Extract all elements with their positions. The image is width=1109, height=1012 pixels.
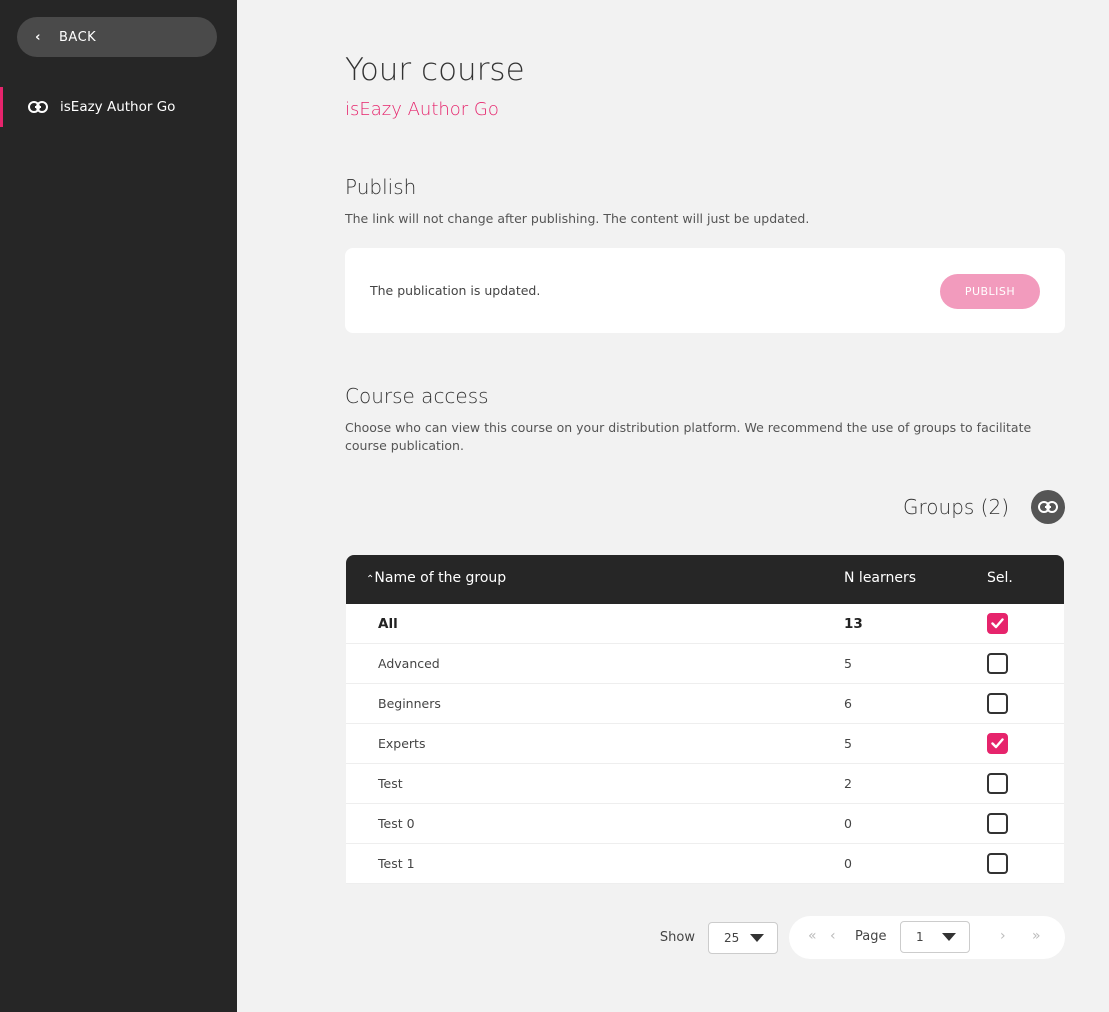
groups-table: ⌃Name of the group N learners Sel. All 13…: [346, 555, 1064, 884]
access-description: Choose who can view this course on your …: [345, 420, 1032, 453]
select-checkbox[interactable]: [987, 613, 1008, 634]
chevron-left-icon: ‹: [35, 29, 41, 45]
select-checkbox[interactable]: [987, 733, 1008, 754]
group-name: All: [378, 616, 398, 632]
table-row: All 13: [346, 604, 1064, 644]
table-row: Test 0 0: [346, 804, 1064, 844]
table-row: Test 2: [346, 764, 1064, 804]
table-row: Test 1 0: [346, 844, 1064, 884]
page-navigator: « ‹ Page 1 › »: [789, 916, 1065, 959]
group-name: Test 1: [378, 856, 415, 871]
sort-name-header[interactable]: ⌃Name of the group: [366, 570, 506, 586]
caret-down-icon: [750, 933, 764, 942]
select-checkbox[interactable]: [987, 773, 1008, 794]
select-header: Sel.: [987, 570, 1013, 586]
sidebar-item-course[interactable]: isEazy Author Go: [0, 87, 237, 127]
select-checkbox[interactable]: [987, 653, 1008, 674]
group-name: Experts: [378, 736, 426, 751]
back-button[interactable]: ‹ BACK: [17, 17, 217, 57]
group-name: Beginners: [378, 696, 441, 711]
group-name: Test 0: [378, 816, 415, 831]
learner-count: 6: [844, 696, 852, 711]
check-icon: [991, 738, 1004, 749]
learner-count: 0: [844, 816, 852, 831]
first-page-icon[interactable]: «: [808, 928, 817, 944]
publish-status: The publication is updated.: [370, 283, 541, 298]
learner-count: 5: [844, 656, 852, 671]
prev-page-icon[interactable]: ‹: [830, 928, 836, 944]
pagination: Show 25 « ‹ Page 1 › »: [660, 916, 1065, 959]
page-size-value: 25: [724, 930, 740, 945]
check-icon: [991, 618, 1004, 629]
learners-header: N learners: [844, 570, 917, 586]
link-icon: [1038, 501, 1058, 513]
back-label: BACK: [59, 29, 97, 45]
learner-count: 0: [844, 856, 852, 871]
page-title: Your course: [345, 52, 525, 88]
page-size-select[interactable]: 25: [708, 921, 778, 954]
sidebar-item-label: isEazy Author Go: [60, 99, 176, 115]
publish-description: The link will not change after publishin…: [345, 211, 810, 226]
access-title: Course access: [345, 384, 489, 408]
select-checkbox[interactable]: [987, 853, 1008, 874]
groups-title: Groups (2): [903, 495, 1009, 519]
table-body: All 13 Advanced 5 Beginners 6 Experts 5 Test 2 Tes…: [346, 604, 1064, 884]
course-name: isEazy Author Go: [345, 99, 499, 120]
table-header: ⌃Name of the group N learners Sel.: [346, 555, 1064, 604]
show-label: Show: [659, 930, 695, 945]
link-button[interactable]: [1031, 490, 1065, 524]
next-page-icon[interactable]: ›: [1000, 928, 1006, 944]
publish-card: The publication is updated. PUBLISH: [345, 248, 1065, 333]
active-indicator: [0, 87, 3, 127]
learner-count: 13: [844, 616, 863, 632]
group-name: Advanced: [378, 656, 440, 671]
learner-count: 5: [844, 736, 852, 751]
select-checkbox[interactable]: [987, 693, 1008, 714]
page-select[interactable]: 1: [900, 921, 970, 953]
caret-down-icon: [942, 933, 956, 941]
page-label: Page: [855, 929, 887, 944]
table-row: Experts 5: [346, 724, 1064, 764]
table-row: Beginners 6: [346, 684, 1064, 724]
groups-header: Groups (2): [903, 490, 1065, 524]
publish-button[interactable]: PUBLISH: [940, 274, 1040, 309]
last-page-icon[interactable]: »: [1032, 928, 1041, 944]
link-icon: [28, 97, 48, 117]
learner-count: 2: [844, 776, 852, 791]
page-value: 1: [916, 930, 924, 944]
publish-title: Publish: [345, 175, 417, 199]
select-checkbox[interactable]: [987, 813, 1008, 834]
sidebar: ‹ BACK isEazy Author Go: [0, 0, 237, 1012]
table-row: Advanced 5: [346, 644, 1064, 684]
group-name: Test: [378, 776, 403, 791]
